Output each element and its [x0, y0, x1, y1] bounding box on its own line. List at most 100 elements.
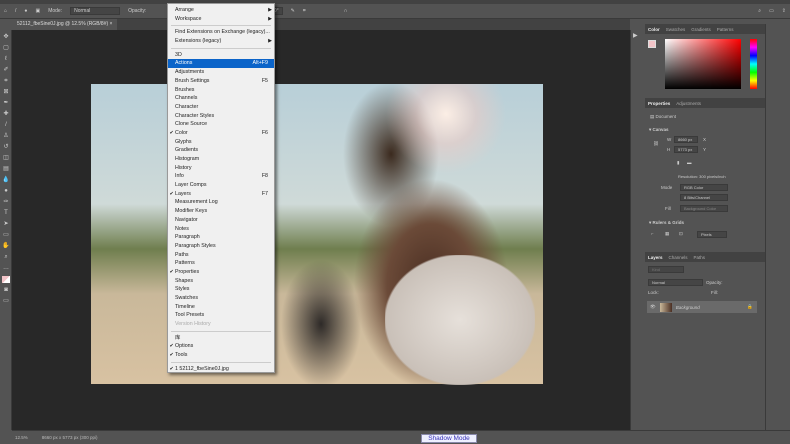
menu-item-actions[interactable]: Actions Alt+F9	[168, 59, 274, 69]
menu-item-paragraph[interactable]: Paragraph	[168, 233, 274, 242]
menu-item-3d[interactable]: 3D	[168, 51, 274, 60]
menu-item-version-history[interactable]: Version History	[168, 320, 274, 329]
document-tab[interactable]: 52112_fbeSine0J.jpg @ 12.5% (RGB/8#) ×	[12, 19, 118, 30]
headphones-icon[interactable]: ∩	[344, 8, 348, 14]
menu-item-swatches[interactable]: Swatches	[168, 294, 274, 303]
tab-properties[interactable]: Properties	[648, 101, 670, 106]
menu-item-info[interactable]: Info F8	[168, 172, 274, 181]
pen-tool-icon[interactable]: ✑	[2, 199, 10, 206]
menu-item-histogram[interactable]: Histogram	[168, 155, 274, 164]
menu-item-notes[interactable]: Notes	[168, 225, 274, 234]
home-icon[interactable]: ⌂	[4, 8, 7, 14]
symmetry-icon[interactable]: ⌗	[303, 8, 306, 14]
menu-item-tool-presets[interactable]: Tool Presets	[168, 311, 274, 320]
eyedropper-tool-icon[interactable]: ✒	[2, 100, 10, 107]
landscape-icon[interactable]: ▬	[687, 160, 692, 165]
menu-item-paths[interactable]: Paths	[168, 251, 274, 260]
guides-icon[interactable]: ⊡	[679, 231, 683, 237]
tab-gradients[interactable]: Gradients	[691, 27, 711, 32]
brush-settings-icon[interactable]: ▣	[35, 8, 40, 14]
menu-item-adjustments[interactable]: Adjustments	[168, 68, 274, 77]
hand-tool-icon[interactable]: ✋	[2, 243, 10, 250]
menu-item-find-extensions-on-exchange-legacy[interactable]: Find Extensions on Exchange (legacy)...	[168, 28, 274, 37]
menu-item-arrange[interactable]: Arrange ▶	[168, 6, 274, 15]
menu-item-channels[interactable]: Channels	[168, 94, 274, 103]
share-icon[interactable]: ⇪	[782, 8, 786, 14]
tab-swatches[interactable]: Swatches	[666, 27, 686, 32]
menu-item-timeline[interactable]: Timeline	[168, 303, 274, 312]
rulers-grids-heading[interactable]: ▾ Rulers & Grids	[649, 220, 684, 226]
units-select[interactable]: Pixels	[697, 231, 727, 238]
eraser-tool-icon[interactable]: ◫	[2, 155, 10, 162]
quick-select-tool-icon[interactable]: ✐	[2, 67, 10, 74]
gradient-tool-icon[interactable]: ▤	[2, 166, 10, 173]
marquee-tool-icon[interactable]: ▢	[2, 45, 10, 52]
menu-item-color[interactable]: ✔ Color F6	[168, 129, 274, 138]
hue-slider[interactable]	[750, 39, 757, 89]
color-swatches-icon[interactable]	[2, 276, 10, 283]
more-tools-icon[interactable]: …	[2, 265, 10, 272]
menu-item-1-52112-fbesine0j-jpg[interactable]: ✔ 1 52112_fbeSine0J.jpg	[168, 365, 274, 374]
portrait-icon[interactable]: ▮	[677, 160, 679, 166]
tab-color[interactable]: Color	[648, 27, 660, 32]
mode-select[interactable]: Normal	[70, 7, 121, 15]
menu-item-workspace[interactable]: Workspace ▶	[168, 15, 274, 24]
menu-item-tools[interactable]: ✔ Tools	[168, 351, 274, 360]
search-icon[interactable]: ⌕	[758, 8, 761, 14]
tab-adjustments[interactable]: Adjustments	[676, 101, 701, 106]
menu-item-character-styles[interactable]: Character Styles	[168, 112, 274, 121]
menu-item-patterns[interactable]: Patterns	[168, 259, 274, 268]
menu-item-history[interactable]: History	[168, 164, 274, 173]
menu-item-styles[interactable]: Styles	[168, 285, 274, 294]
width-field[interactable]: 8660 px	[674, 136, 698, 143]
brush-tool-icon[interactable]: /	[15, 8, 16, 14]
menu-item-properties[interactable]: ✔ Properties	[168, 268, 274, 277]
color-mode-select[interactable]: RGB Color	[680, 184, 728, 191]
menu-item-gradients[interactable]: Gradients	[168, 146, 274, 155]
foreground-color-swatch[interactable]	[648, 40, 656, 48]
shape-tool-icon[interactable]: ▭	[2, 232, 10, 239]
tab-layers[interactable]: Layers	[648, 255, 663, 260]
zoom-tool-icon[interactable]: ⌕	[2, 254, 10, 261]
canvas-heading[interactable]: ▾ Canvas	[649, 127, 669, 133]
layer-row[interactable]: 👁 Background 🔒	[647, 301, 757, 313]
menu-item-layer-comps[interactable]: Layer Comps	[168, 181, 274, 190]
path-select-tool-icon[interactable]: ➤	[2, 221, 10, 228]
menu-item-brush-settings[interactable]: Brush Settings F5	[168, 77, 274, 86]
lasso-tool-icon[interactable]: ℓ	[2, 56, 10, 63]
menu-item-options[interactable]: ✔ Options	[168, 342, 274, 351]
menu-item-glyphs[interactable]: Glyphs	[168, 138, 274, 147]
link-icon[interactable]: ⛓	[653, 141, 659, 147]
menu-item-measurement-log[interactable]: Measurement Log	[168, 198, 274, 207]
tab-paths[interactable]: Paths	[694, 255, 706, 260]
quick-mask-icon[interactable]: ◙	[2, 287, 10, 294]
grid-icon[interactable]: ▦	[665, 231, 669, 237]
menu-item-navigator[interactable]: Navigator	[168, 216, 274, 225]
move-tool-icon[interactable]: ✥	[2, 34, 10, 41]
healing-tool-icon[interactable]: ✚	[2, 111, 10, 118]
brush-tool-icon[interactable]: /	[2, 122, 10, 129]
menu-item-modifier-keys[interactable]: Modifier Keys	[168, 207, 274, 216]
workspace-icon[interactable]: ▭	[769, 8, 774, 14]
play-icon[interactable]: ▶	[631, 30, 644, 41]
eye-icon[interactable]: 👁	[650, 304, 656, 310]
tab-channels[interactable]: Channels	[669, 255, 688, 260]
menu-item-clone-source[interactable]: Clone Source	[168, 120, 274, 129]
menu-item-character[interactable]: Character	[168, 103, 274, 112]
bit-depth-select[interactable]: 8 Bits/Channel	[680, 194, 728, 201]
pressure-icon[interactable]: ✎	[291, 8, 295, 14]
menu-item-extensions-legacy[interactable]: Extensions (legacy) ▶	[168, 37, 274, 46]
ruler-icon[interactable]: ⌐	[651, 231, 654, 236]
blend-mode-select[interactable]: Normal	[648, 279, 703, 286]
document-size[interactable]: 8660 px x 5773 px (300 ppi)	[42, 435, 98, 440]
crop-tool-icon[interactable]: ⌗	[2, 78, 10, 85]
height-field[interactable]: 5773 px	[674, 146, 698, 153]
shadow-mode-button[interactable]: Shadow Mode	[421, 434, 477, 443]
blur-tool-icon[interactable]: 💧	[2, 177, 10, 184]
fill-select[interactable]: Background Color	[680, 205, 728, 212]
type-tool-icon[interactable]: T	[2, 210, 10, 217]
menu-item-layers[interactable]: ✔ Layers F7	[168, 190, 274, 199]
menu-item-[interactable]: 库	[168, 334, 274, 343]
history-brush-tool-icon[interactable]: ↺	[2, 144, 10, 151]
screen-mode-icon[interactable]: ▭	[2, 298, 10, 305]
